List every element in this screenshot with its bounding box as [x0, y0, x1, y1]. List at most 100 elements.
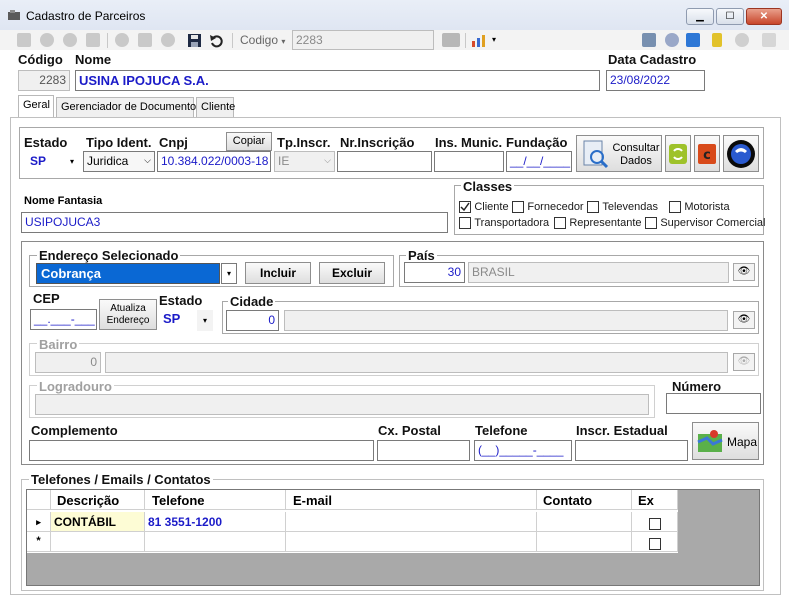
complemento-field[interactable]: [29, 440, 374, 461]
cnpj-field[interactable]: 10.384.022/0003-18: [157, 151, 271, 172]
search-field-select[interactable]: Codigo ▾: [240, 33, 285, 47]
cx-postal-label: Cx. Postal: [378, 423, 441, 438]
fornecedor-checkbox[interactable]: [512, 200, 524, 213]
col-email[interactable]: E-mail: [286, 490, 537, 510]
numero-field[interactable]: [666, 393, 761, 414]
first-record-icon[interactable]: [17, 33, 31, 47]
row-indicator[interactable]: ▸: [27, 512, 51, 532]
cep-field[interactable]: __.___-___: [30, 309, 97, 330]
refresh-icon[interactable]: [686, 33, 700, 47]
add-icon[interactable]: [115, 33, 129, 47]
estado-endereco-select[interactable]: SP: [163, 311, 180, 326]
cell-descricao[interactable]: [51, 532, 145, 552]
cell-telefone[interactable]: 81 3551-1200: [145, 512, 286, 532]
cell-contato[interactable]: [537, 532, 632, 552]
user-icon[interactable]: [735, 33, 749, 47]
nome-fantasia-field[interactable]: USIPOJUCA3: [21, 212, 448, 233]
nr-inscricao-field[interactable]: [337, 151, 432, 172]
sync-button[interactable]: [665, 135, 691, 172]
tab-gerenciador-documentos[interactable]: Gerenciador de Documentos: [56, 97, 202, 117]
estado-select[interactable]: SP: [24, 151, 64, 172]
mapa-button[interactable]: Mapa: [692, 422, 759, 460]
cell-ex[interactable]: [632, 532, 678, 552]
tipo-ident-select[interactable]: Juridica ⌵: [83, 151, 155, 172]
delete-icon[interactable]: [161, 33, 175, 47]
cell-email[interactable]: [286, 512, 537, 532]
endereco-chevron-icon[interactable]: ▾: [221, 263, 237, 284]
next-record-icon[interactable]: [63, 33, 77, 47]
chart-menu-chevron-icon[interactable]: ▾: [492, 35, 496, 44]
cx-postal-field[interactable]: [377, 440, 470, 461]
col-descricao[interactable]: Descrição: [51, 490, 145, 510]
data-cadastro-field[interactable]: 23/08/2022: [606, 70, 705, 91]
copiar-button[interactable]: Copiar: [226, 132, 272, 151]
cliente-checkbox[interactable]: [459, 200, 471, 213]
cell-contato[interactable]: [537, 512, 632, 532]
data-cadastro-label: Data Cadastro: [608, 52, 697, 67]
inscr-estadual-field[interactable]: [575, 440, 688, 461]
cell-email[interactable]: [286, 532, 537, 552]
class-fornecedor[interactable]: Fornecedor: [512, 199, 584, 213]
ex-checkbox[interactable]: [648, 517, 661, 530]
representante-checkbox[interactable]: [554, 216, 566, 229]
class-televendas[interactable]: Televendas: [587, 199, 658, 213]
col-telefone[interactable]: Telefone: [145, 490, 286, 510]
class-transportadora[interactable]: Transportadora: [459, 215, 549, 229]
estado-endereco-chevron-icon[interactable]: ▾: [197, 310, 213, 331]
cidade-code-field[interactable]: 0: [226, 310, 279, 331]
supervisor-comercial-checkbox[interactable]: [645, 216, 657, 229]
transportadora-checkbox[interactable]: [459, 216, 471, 229]
codigo-field[interactable]: 2283: [18, 70, 70, 91]
class-motorista[interactable]: Motorista: [669, 199, 730, 213]
save-icon[interactable]: [187, 33, 202, 48]
pais-lookup-button[interactable]: 👁: [733, 263, 755, 281]
motorista-checkbox[interactable]: [669, 200, 681, 213]
class-cliente[interactable]: Cliente: [459, 199, 509, 213]
export-icon[interactable]: [642, 33, 656, 47]
supervisor-comercial-label: Supervisor Comercial: [660, 217, 766, 229]
telefone-endereco-label: Telefone: [475, 423, 528, 438]
filter-icon[interactable]: [712, 33, 722, 47]
grid-view-icon[interactable]: [442, 33, 460, 47]
consultar-dados-button[interactable]: Consultar Dados: [576, 135, 662, 172]
nome-field[interactable]: USINA IPOJUCA S.A.: [75, 70, 600, 91]
maximize-button[interactable]: ☐: [716, 8, 744, 25]
settings-icon[interactable]: [665, 33, 679, 47]
tab-cliente[interactable]: Cliente: [196, 97, 235, 117]
call-button[interactable]: c: [694, 135, 720, 172]
new-row-indicator[interactable]: *: [27, 532, 51, 552]
class-representante[interactable]: Representante: [554, 215, 642, 229]
telefone-endereco-field[interactable]: (__)_____-____: [474, 440, 572, 461]
undo-icon[interactable]: [209, 33, 224, 48]
cidade-lookup-button[interactable]: 👁: [733, 311, 755, 329]
minimize-button[interactable]: ▁: [686, 8, 714, 25]
endereco-select[interactable]: Cobrança: [36, 263, 220, 284]
lookup-icon: 👁: [737, 314, 751, 325]
ex-checkbox[interactable]: [648, 537, 661, 550]
cell-descricao[interactable]: CONTÁBIL: [51, 512, 145, 532]
pais-code-field[interactable]: 30: [404, 262, 465, 283]
last-record-icon[interactable]: [86, 33, 100, 47]
edit-icon[interactable]: [138, 33, 152, 47]
atualiza-endereco-button[interactable]: Atualiza Endereço: [99, 299, 157, 330]
search-input[interactable]: 2283: [292, 30, 434, 50]
chart-icon[interactable]: [471, 33, 488, 48]
estado-chevron-icon[interactable]: ▾: [64, 151, 80, 172]
ins-munic-field[interactable]: [434, 151, 504, 172]
telephone-button[interactable]: [723, 135, 759, 172]
previous-record-icon[interactable]: [40, 33, 54, 47]
class-supervisor-comercial[interactable]: Supervisor Comercial: [645, 215, 766, 229]
televendas-checkbox[interactable]: [587, 200, 599, 213]
fundacao-field[interactable]: __/__/____: [506, 151, 572, 172]
tp-inscr-select[interactable]: IE ⌵: [274, 151, 335, 172]
incluir-button[interactable]: Incluir: [245, 262, 311, 284]
cell-telefone[interactable]: [145, 532, 286, 552]
col-contato[interactable]: Contato: [537, 490, 632, 510]
lookup-icon: 👁: [737, 266, 751, 277]
cell-ex[interactable]: [632, 512, 678, 532]
close-button[interactable]: ✕: [746, 8, 782, 25]
excluir-button[interactable]: Excluir: [319, 262, 385, 284]
exit-icon[interactable]: [762, 33, 776, 47]
col-ex[interactable]: Ex: [632, 490, 678, 510]
tab-geral[interactable]: Geral: [18, 95, 54, 117]
